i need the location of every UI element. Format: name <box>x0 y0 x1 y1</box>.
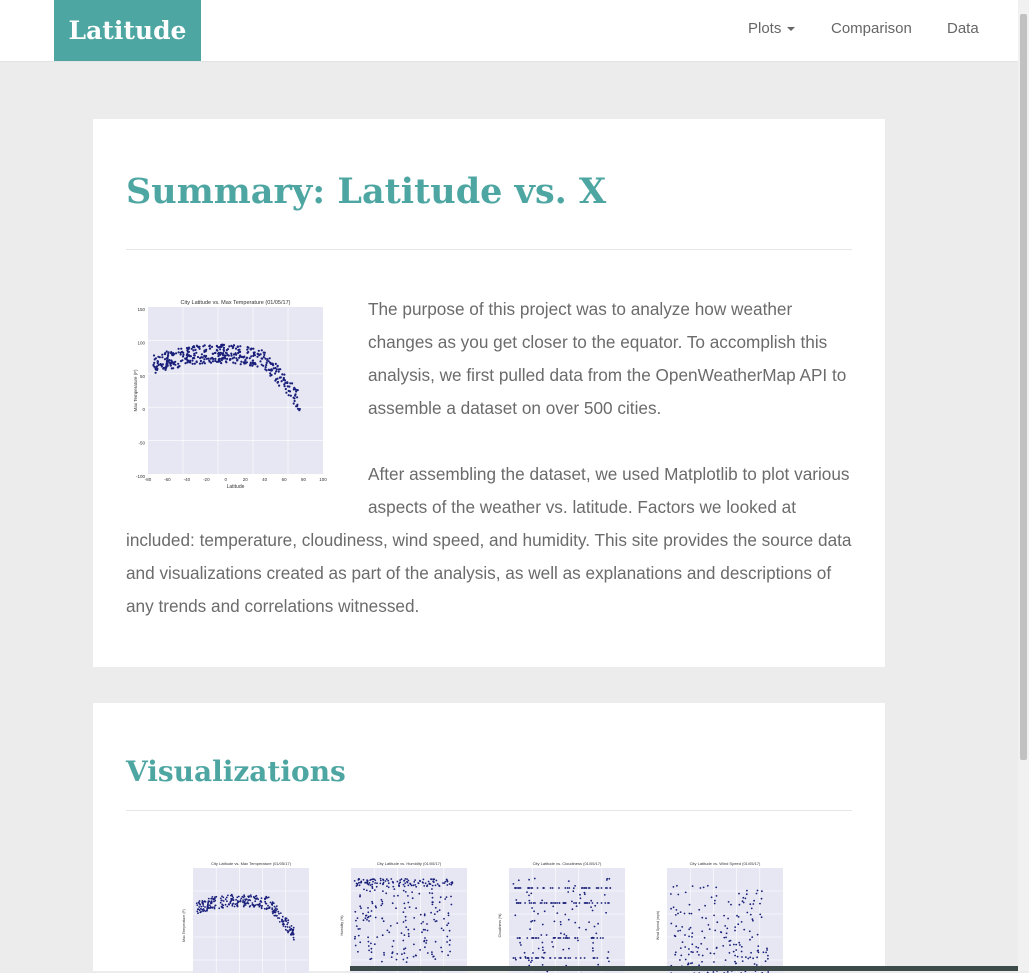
summary-card: Summary: Latitude vs. X City Latitude vs… <box>93 119 885 667</box>
nav-plots-label: Plots <box>748 20 781 37</box>
svg-text:-80: -80 <box>145 477 152 482</box>
svg-text:Cloudiness (%): Cloudiness (%) <box>498 914 502 938</box>
svg-text:-60: -60 <box>164 477 171 482</box>
scrollbar-thumb[interactable] <box>1020 14 1027 760</box>
svg-text:60: 60 <box>282 477 288 482</box>
brand-logo[interactable]: Latitude <box>54 0 201 61</box>
thumbnail-cloudiness[interactable]: City Latitude vs. Cloudiness (01/05/17) C… <box>495 858 625 973</box>
svg-text:-40: -40 <box>184 477 191 482</box>
thumbnail-wind-speed[interactable]: City Latitude vs. Wind Speed (01/05/17) W… <box>653 858 783 973</box>
summary-body: City Latitude vs. Max Temperature (01/05… <box>126 293 852 656</box>
nav-comparison-link[interactable]: Comparison <box>831 0 912 58</box>
svg-text:City Latitude vs. Humidity (01: City Latitude vs. Humidity (01/05/17) <box>377 861 442 866</box>
summary-divider <box>126 249 852 250</box>
summary-title: Summary: Latitude vs. X <box>126 171 606 212</box>
svg-text:City Latitude vs. Max Temperat: City Latitude vs. Max Temperature (01/05… <box>211 861 292 866</box>
svg-text:80: 80 <box>301 477 307 482</box>
temperature-scatter-plot: City Latitude vs. Max Temperature (01/05… <box>126 293 351 503</box>
svg-text:20: 20 <box>243 477 249 482</box>
svg-text:City Latitude vs. Cloudiness (: City Latitude vs. Cloudiness (01/05/17) <box>533 861 602 866</box>
svg-text:Wind Speed (mph): Wind Speed (mph) <box>656 911 660 940</box>
svg-text:-20: -20 <box>203 477 210 482</box>
svg-text:Humidity (%): Humidity (%) <box>340 915 344 935</box>
visualizations-title: Visualizations <box>126 755 346 788</box>
scrollbar[interactable] <box>1018 0 1029 971</box>
svg-text:City Latitude vs. Wind Speed (: City Latitude vs. Wind Speed (01/05/17) <box>690 861 761 866</box>
visualizations-divider <box>126 810 852 811</box>
svg-text:50: 50 <box>140 374 146 379</box>
bottom-edge-bar <box>350 966 1018 971</box>
svg-text:Latitude: Latitude <box>227 484 245 490</box>
visualizations-card: Visualizations City Latitude vs. Max Tem… <box>93 703 885 971</box>
navbar: Latitude Plots Comparison Data <box>0 0 1018 62</box>
svg-text:40: 40 <box>262 477 268 482</box>
svg-text:-50: -50 <box>138 441 145 446</box>
svg-text:0: 0 <box>225 477 228 482</box>
svg-text:Max Temperature (F): Max Temperature (F) <box>133 369 138 411</box>
nav-data-link[interactable]: Data <box>947 0 979 58</box>
thumbnail-temperature[interactable]: City Latitude vs. Max Temperature (01/05… <box>179 858 309 973</box>
thumbnail-humidity[interactable]: City Latitude vs. Humidity (01/05/17) Hum… <box>337 858 467 973</box>
summary-plot-image[interactable]: City Latitude vs. Max Temperature (01/05… <box>126 293 351 503</box>
svg-text:150: 150 <box>137 307 145 312</box>
svg-text:City Latitude vs. Max Temperat: City Latitude vs. Max Temperature (01/05… <box>181 300 291 306</box>
nav-plots-dropdown[interactable]: Plots <box>748 0 795 58</box>
caret-down-icon <box>787 27 795 31</box>
svg-text:100: 100 <box>319 477 327 482</box>
svg-text:0: 0 <box>142 407 145 412</box>
svg-text:Max Temperature (F): Max Temperature (F) <box>182 909 186 942</box>
svg-text:100: 100 <box>137 340 145 345</box>
